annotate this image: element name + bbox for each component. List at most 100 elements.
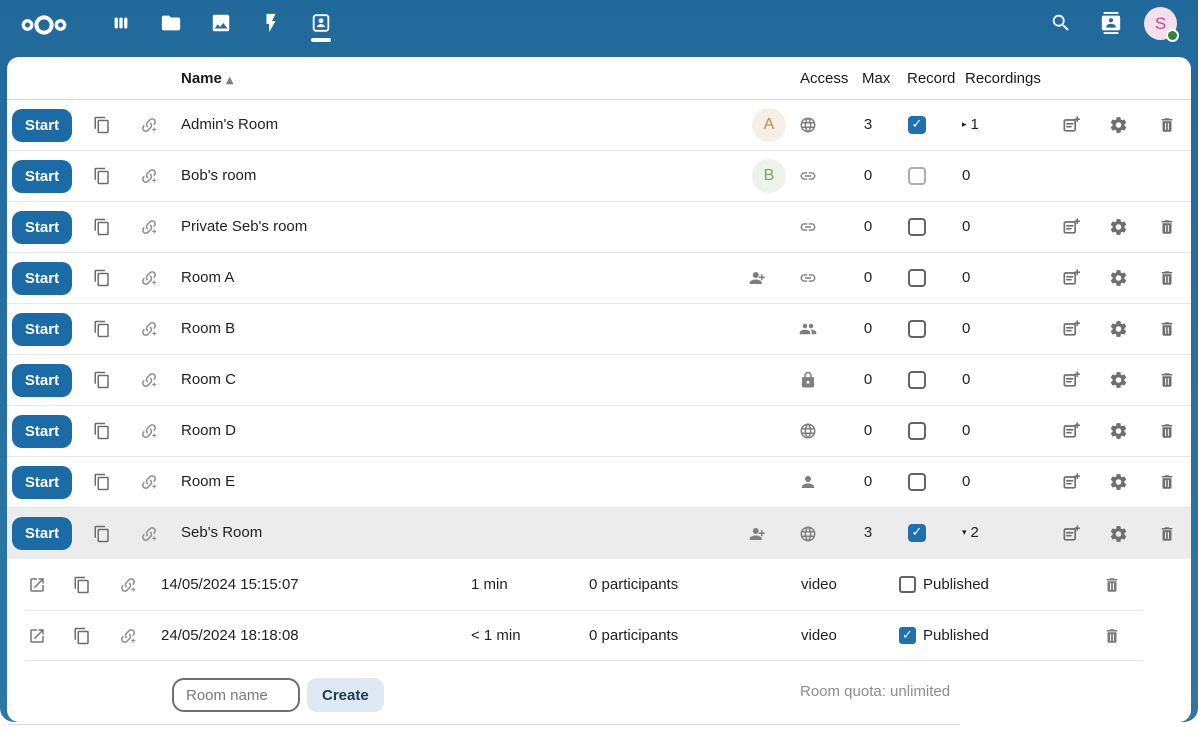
edit-room-icon[interactable] xyxy=(1061,217,1081,237)
room-quota-label: Room quota: unlimited xyxy=(800,661,950,722)
recordings-toggle[interactable]: ▸1 xyxy=(962,100,979,150)
published-checkbox[interactable] xyxy=(899,627,916,644)
edit-room-icon[interactable] xyxy=(1061,524,1081,544)
search-icon[interactable] xyxy=(1050,12,1072,34)
record-checkbox[interactable] xyxy=(908,269,926,287)
record-checkbox[interactable] xyxy=(908,524,926,542)
published-checkbox[interactable] xyxy=(899,576,916,593)
open-recording-icon[interactable] xyxy=(28,576,46,594)
contacts-icon[interactable] xyxy=(1100,12,1122,34)
start-room-button[interactable]: Start xyxy=(12,364,72,397)
start-room-button[interactable]: Start xyxy=(12,211,72,244)
create-guest-link-icon[interactable] xyxy=(140,269,158,287)
create-room-bar: Create Room quota: unlimited xyxy=(7,661,1191,722)
record-checkbox[interactable] xyxy=(908,116,926,134)
create-guest-link-icon[interactable] xyxy=(140,473,158,491)
recordings-toggle[interactable]: ▾2 xyxy=(962,508,979,558)
edit-room-icon[interactable] xyxy=(1061,472,1081,492)
access-type-icon xyxy=(799,320,817,338)
recordings-toggle[interactable]: 0 xyxy=(962,253,970,303)
room-settings-icon[interactable] xyxy=(1109,218,1128,237)
create-guest-link-icon[interactable] xyxy=(140,525,158,543)
delete-recording-icon[interactable] xyxy=(1103,576,1121,594)
access-type-icon xyxy=(799,473,817,491)
copy-room-link-icon[interactable] xyxy=(93,218,111,236)
edit-room-icon[interactable] xyxy=(1061,421,1081,441)
recordings-toggle[interactable]: 0 xyxy=(962,406,970,456)
delete-room-icon[interactable] xyxy=(1158,371,1176,389)
user-avatar[interactable]: S xyxy=(1144,7,1177,40)
room-row: Start Room E 0 0 xyxy=(7,457,1191,508)
room-settings-icon[interactable] xyxy=(1109,371,1128,390)
room-name-input[interactable] xyxy=(172,678,300,712)
delete-room-icon[interactable] xyxy=(1158,218,1176,236)
app-files-icon[interactable] xyxy=(160,12,182,34)
record-checkbox[interactable] xyxy=(908,371,926,389)
room-settings-icon[interactable] xyxy=(1109,320,1128,339)
copy-room-link-icon[interactable] xyxy=(93,269,111,287)
recordings-toggle[interactable]: 0 xyxy=(962,202,970,252)
edit-room-icon[interactable] xyxy=(1061,370,1081,390)
app-activity-icon[interactable] xyxy=(260,12,282,34)
copy-recording-link-icon[interactable] xyxy=(73,576,91,594)
copy-room-link-icon[interactable] xyxy=(93,371,111,389)
app-dashboard-icon[interactable] xyxy=(110,12,132,34)
copy-room-link-icon[interactable] xyxy=(93,525,111,543)
delete-room-icon[interactable] xyxy=(1158,320,1176,338)
create-room-button[interactable]: Create xyxy=(307,678,384,712)
copy-room-link-icon[interactable] xyxy=(93,473,111,491)
record-checkbox[interactable] xyxy=(908,473,926,491)
room-name: Room E xyxy=(181,457,235,507)
record-checkbox[interactable] xyxy=(908,320,926,338)
share-recording-link-icon[interactable] xyxy=(119,627,137,645)
create-guest-link-icon[interactable] xyxy=(140,320,158,338)
copy-room-link-icon[interactable] xyxy=(93,422,111,440)
room-settings-icon[interactable] xyxy=(1109,473,1128,492)
recordings-toggle[interactable]: 0 xyxy=(962,457,970,507)
delete-room-icon[interactable] xyxy=(1158,422,1176,440)
edit-room-icon[interactable] xyxy=(1061,319,1081,339)
record-checkbox[interactable] xyxy=(908,422,926,440)
create-guest-link-icon[interactable] xyxy=(140,371,158,389)
create-guest-link-icon[interactable] xyxy=(140,116,158,134)
delete-room-icon[interactable] xyxy=(1158,269,1176,287)
open-recording-icon[interactable] xyxy=(28,627,46,645)
start-room-button[interactable]: Start xyxy=(12,517,72,550)
delete-recording-icon[interactable] xyxy=(1103,627,1121,645)
recordings-toggle[interactable]: 0 xyxy=(962,304,970,354)
start-room-button[interactable]: Start xyxy=(12,262,72,295)
start-room-button[interactable]: Start xyxy=(12,160,72,193)
share-recording-link-icon[interactable] xyxy=(119,576,137,594)
room-settings-icon[interactable] xyxy=(1109,422,1128,441)
copy-room-link-icon[interactable] xyxy=(93,116,111,134)
create-guest-link-icon[interactable] xyxy=(140,167,158,185)
recordings-toggle[interactable]: 0 xyxy=(962,355,970,405)
copy-recording-link-icon[interactable] xyxy=(73,627,91,645)
recordings-toggle[interactable]: 0 xyxy=(962,151,970,201)
copy-room-link-icon[interactable] xyxy=(93,320,111,338)
edit-room-icon[interactable] xyxy=(1061,115,1081,135)
room-settings-icon[interactable] xyxy=(1109,269,1128,288)
column-header-name[interactable]: Name▲ xyxy=(181,57,234,102)
copy-room-link-icon[interactable] xyxy=(93,167,111,185)
column-header-recordings: Recordings xyxy=(965,57,1041,100)
record-checkbox[interactable] xyxy=(908,218,926,236)
nextcloud-logo[interactable] xyxy=(18,13,70,37)
delete-room-icon[interactable] xyxy=(1158,116,1176,134)
create-guest-link-icon[interactable] xyxy=(140,422,158,440)
create-guest-link-icon[interactable] xyxy=(140,218,158,236)
start-room-button[interactable]: Start xyxy=(12,109,72,142)
start-room-button[interactable]: Start xyxy=(12,415,72,448)
app-photos-icon[interactable] xyxy=(210,12,232,34)
room-settings-icon[interactable] xyxy=(1109,524,1128,543)
sort-ascending-icon: ▲ xyxy=(226,75,234,86)
room-settings-icon[interactable] xyxy=(1109,116,1128,135)
start-room-button[interactable]: Start xyxy=(12,466,72,499)
start-room-button[interactable]: Start xyxy=(12,313,72,346)
record-checkbox[interactable] xyxy=(908,167,926,185)
delete-room-icon[interactable] xyxy=(1158,525,1176,543)
app-bbb-icon[interactable] xyxy=(310,12,332,34)
edit-room-icon[interactable] xyxy=(1061,268,1081,288)
recordings-count: 0 xyxy=(962,473,970,490)
delete-room-icon[interactable] xyxy=(1158,473,1176,491)
